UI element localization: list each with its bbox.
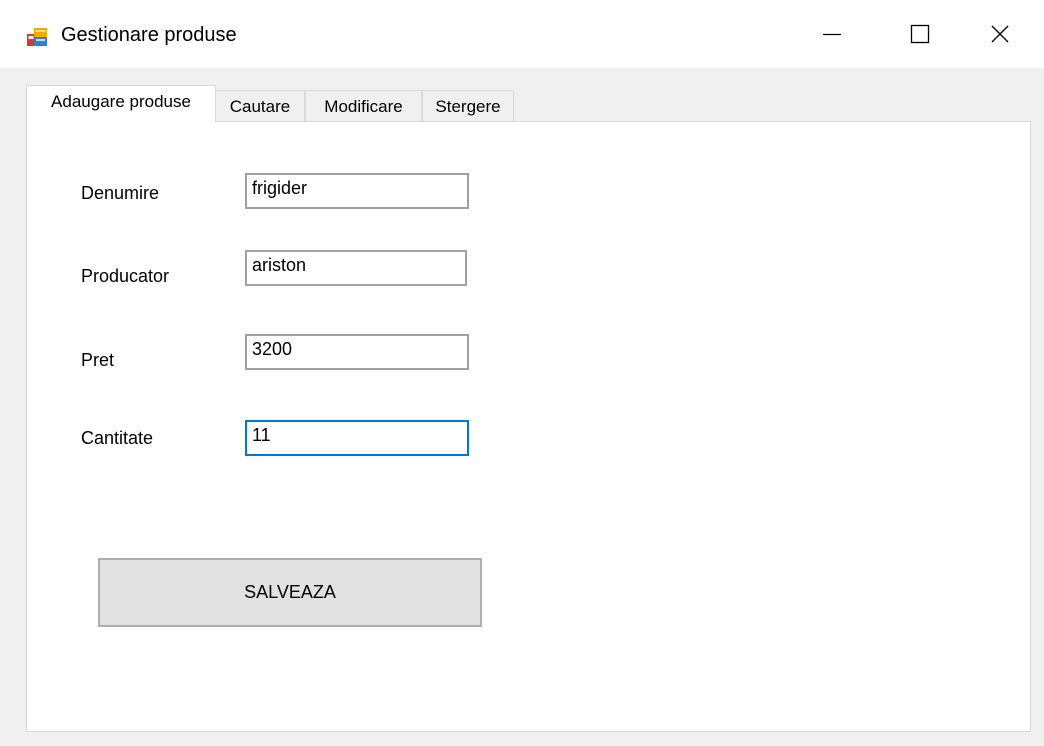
maximize-button[interactable] — [886, 0, 954, 68]
app-icon — [27, 28, 47, 46]
tab-panel-adaugare: Denumire Producator Pret Cantitate SALVE… — [26, 121, 1031, 732]
cantitate-label: Cantitate — [81, 428, 154, 448]
save-button[interactable]: SALVEAZA — [98, 558, 482, 627]
close-icon — [991, 25, 1009, 43]
producator-input[interactable] — [245, 250, 467, 286]
tab-label: Cautare — [229, 96, 291, 116]
app-window: Gestionare produse Adaugare produse Caut… — [0, 0, 1044, 746]
cantitate-input[interactable] — [245, 420, 469, 456]
close-button[interactable] — [966, 0, 1034, 68]
producator-label: Producator — [81, 266, 170, 286]
minimize-icon — [823, 33, 841, 36]
denumire-input[interactable] — [245, 173, 469, 209]
maximize-icon — [910, 24, 930, 44]
client-area: Adaugare produse Cautare Modificare Ster… — [8, 68, 1038, 738]
pret-input[interactable] — [245, 334, 469, 370]
tab-modificare[interactable]: Modificare — [305, 90, 422, 122]
tab-label: Modificare — [324, 96, 403, 116]
tab-adaugare-produse[interactable]: Adaugare produse — [26, 85, 216, 122]
minimize-button[interactable] — [798, 0, 866, 68]
denumire-label: Denumire — [81, 183, 160, 203]
tab-stergere[interactable]: Stergere — [422, 90, 514, 122]
tab-label: Stergere — [435, 96, 501, 116]
save-button-label: SALVEAZA — [244, 582, 336, 602]
tab-cautare[interactable]: Cautare — [215, 90, 305, 122]
title-bar[interactable]: Gestionare produse — [0, 0, 1044, 68]
pret-label: Pret — [81, 350, 115, 370]
window-title: Gestionare produse — [61, 24, 237, 46]
tab-label: Adaugare produse — [51, 91, 191, 111]
